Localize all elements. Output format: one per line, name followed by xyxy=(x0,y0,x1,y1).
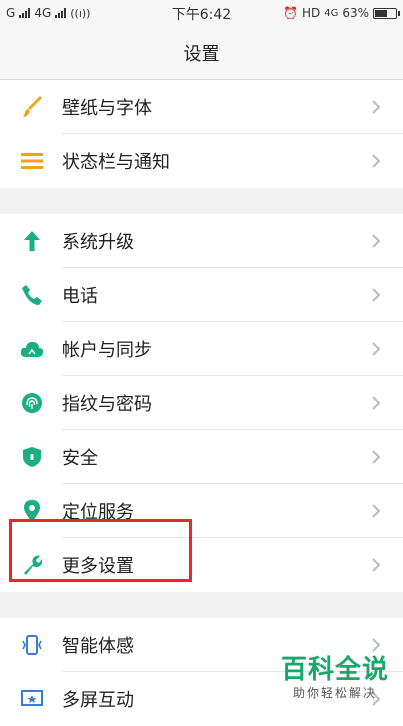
chevron-right-icon xyxy=(369,396,383,410)
row-label: 安全 xyxy=(62,448,98,469)
chevron-right-icon xyxy=(369,558,383,572)
page-title: 设置 xyxy=(183,43,220,65)
signal-icon xyxy=(19,8,31,18)
watermark-subtitle: 助你轻松解决 xyxy=(292,686,377,700)
chevron-right-icon xyxy=(369,504,383,518)
cloud-sync-icon xyxy=(18,335,46,363)
row-security[interactable]: 安全 xyxy=(0,430,403,484)
chevron-right-icon xyxy=(369,342,383,356)
status-bar: G 4G ((ı)) 下午6:42 ⏰ HD 4G 63% xyxy=(0,0,403,26)
wrench-icon xyxy=(18,551,46,579)
watermark-title: 百科全说 xyxy=(280,655,389,685)
battery-percent: 63% xyxy=(342,6,369,20)
phone-icon xyxy=(18,281,46,309)
hd-label: HD xyxy=(301,6,321,20)
row-statusbar-notification[interactable]: 状态栏与通知 xyxy=(0,134,403,188)
settings-group-1: 壁纸与字体 状态栏与通知 xyxy=(0,80,403,188)
wifi-call-icon: ((ı)) xyxy=(70,6,91,20)
row-label: 更多设置 xyxy=(62,556,134,577)
chevron-right-icon xyxy=(369,154,383,168)
network-label: 4G xyxy=(324,7,339,19)
row-label: 定位服务 xyxy=(62,502,134,523)
row-fingerprint-password[interactable]: 指纹与密码 xyxy=(0,376,403,430)
chevron-right-icon xyxy=(369,234,383,248)
row-label: 指纹与密码 xyxy=(62,394,152,415)
row-label: 状态栏与通知 xyxy=(62,152,170,173)
chevron-right-icon xyxy=(369,638,383,652)
row-location[interactable]: 定位服务 xyxy=(0,484,403,538)
device-motion-icon xyxy=(18,631,46,659)
settings-group-2: 系统升级 电话 帐户与同步 指纹与密码 安全 定位服务 更多设置 xyxy=(0,214,403,592)
battery-icon xyxy=(373,7,400,19)
row-account-sync[interactable]: 帐户与同步 xyxy=(0,322,403,376)
row-label: 壁纸与字体 xyxy=(62,98,152,119)
list-lines-icon xyxy=(18,147,46,175)
chevron-right-icon xyxy=(369,100,383,114)
title-bar: 设置 xyxy=(0,26,403,80)
signal-icon-2 xyxy=(55,8,67,18)
row-system-upgrade[interactable]: 系统升级 xyxy=(0,214,403,268)
brush-icon xyxy=(18,93,46,121)
arrow-up-icon xyxy=(18,227,46,255)
row-phone[interactable]: 电话 xyxy=(0,268,403,322)
chevron-right-icon xyxy=(369,450,383,464)
chevron-right-icon xyxy=(369,288,383,302)
row-wallpaper-font[interactable]: 壁纸与字体 xyxy=(0,80,403,134)
settings-list: 壁纸与字体 状态栏与通知 系统升级 电话 帐户与同步 指纹与密码 安全 定位服务… xyxy=(0,80,403,726)
alarm-icon: ⏰ xyxy=(282,6,298,20)
carrier-2: 4G xyxy=(34,6,52,20)
row-label: 电话 xyxy=(62,286,98,307)
shield-icon xyxy=(18,443,46,471)
watermark: 百科全说 助你轻松解决 xyxy=(281,656,389,701)
row-label: 帐户与同步 xyxy=(62,340,152,361)
location-pin-icon xyxy=(18,497,46,525)
row-more-settings[interactable]: 更多设置 xyxy=(0,538,403,592)
fingerprint-icon xyxy=(18,389,46,417)
carrier-1: G xyxy=(6,6,16,20)
screen-cast-icon xyxy=(18,685,46,713)
row-label: 系统升级 xyxy=(62,232,134,253)
